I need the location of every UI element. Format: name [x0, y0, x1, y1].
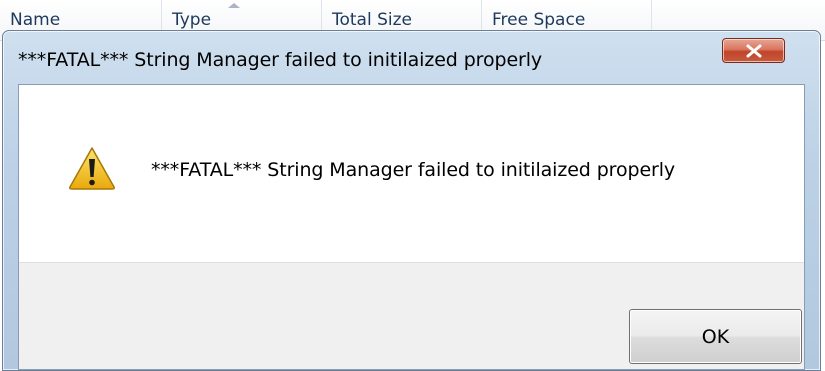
dialog-body: ***FATAL*** String Manager failed to ini… — [18, 84, 805, 370]
column-header-label: Free Space — [492, 10, 586, 30]
column-header-label: Total Size — [332, 10, 413, 30]
screen: Name Type Total Size Free Space ***FATAL… — [0, 0, 825, 371]
dialog-message: ***FATAL*** String Manager failed to ini… — [151, 159, 676, 181]
column-header-label: Name — [10, 10, 61, 30]
close-icon — [745, 44, 763, 58]
warning-icon — [68, 146, 116, 190]
close-button[interactable] — [722, 38, 785, 63]
column-header-label: Type — [172, 10, 212, 30]
message-area: ***FATAL*** String Manager failed to ini… — [19, 85, 804, 262]
ok-button[interactable]: OK — [629, 309, 802, 364]
dialog-title: ***FATAL*** String Manager failed to ini… — [18, 49, 543, 71]
error-dialog: ***FATAL*** String Manager failed to ini… — [2, 30, 821, 371]
sort-ascending-icon — [228, 3, 240, 8]
dialog-footer: OK — [19, 262, 804, 369]
